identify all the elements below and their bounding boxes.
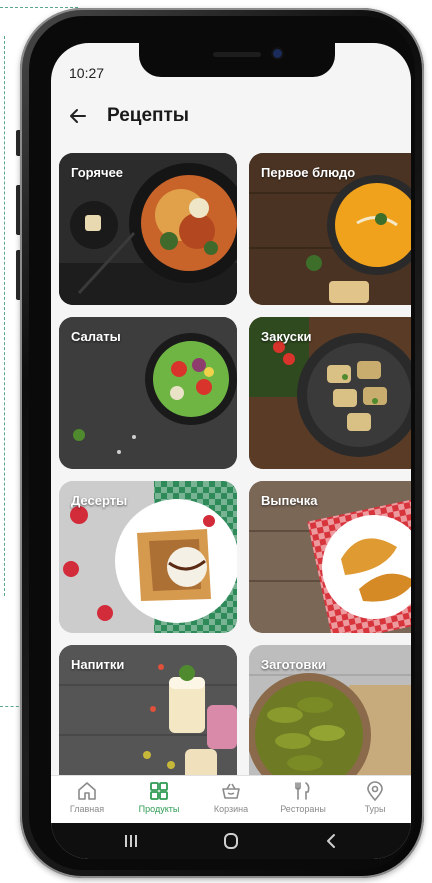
tab-label: Продукты: [138, 804, 180, 814]
tab-label: Главная: [69, 804, 105, 814]
tab-label: Рестораны: [280, 804, 326, 814]
phone-bezel: 10:27 Рецепты Горячее Первое блюдо Салат…: [29, 16, 415, 870]
phone-screen: 10:27 Рецепты Горячее Первое блюдо Салат…: [51, 43, 411, 859]
tab-products[interactable]: Продукты: [123, 780, 195, 824]
category-label: Десерты: [71, 493, 128, 508]
category-card-bakery[interactable]: Выпечка: [249, 481, 411, 633]
category-card-salads[interactable]: Салаты: [59, 317, 237, 469]
phone-frame: 10:27 Рецепты Горячее Первое блюдо Салат…: [20, 8, 424, 878]
system-nav-bar: [51, 823, 411, 859]
status-time: 10:27: [69, 65, 105, 81]
tab-home[interactable]: Главная: [51, 780, 123, 824]
category-label: Закуски: [261, 329, 312, 344]
grid-icon: [150, 782, 168, 800]
tab-label: Корзина: [213, 804, 249, 814]
category-label: Горячее: [71, 165, 124, 180]
recent-apps-icon[interactable]: [119, 829, 143, 853]
category-card-snacks[interactable]: Закуски: [249, 317, 411, 469]
tab-restaurants[interactable]: Рестораны: [267, 780, 339, 824]
home-icon: [78, 782, 96, 800]
guide-line-left: [4, 36, 5, 596]
top-app-bar: Рецепты: [51, 95, 411, 145]
category-label: Первое блюдо: [261, 165, 356, 180]
notch: [139, 43, 335, 77]
page-title: Рецепты: [107, 105, 190, 126]
location-pin-icon: [367, 781, 383, 802]
home-circle-icon[interactable]: [219, 829, 243, 853]
category-label: Салаты: [71, 329, 121, 344]
guide-line-top: [0, 7, 78, 8]
category-label: Напитки: [71, 657, 125, 672]
cutlery-icon: [295, 782, 310, 800]
earpiece-speaker: [213, 52, 261, 57]
category-card-first-course[interactable]: Первое блюдо: [249, 153, 411, 305]
back-chevron-icon[interactable]: [319, 829, 343, 853]
tab-label: Туры: [364, 804, 386, 814]
category-label: Выпечка: [261, 493, 318, 508]
front-camera: [273, 49, 282, 58]
basket-icon: [222, 783, 240, 799]
category-card-hot[interactable]: Горячее: [59, 153, 237, 305]
back-arrow-icon[interactable]: [65, 103, 91, 129]
tab-basket[interactable]: Корзина: [195, 780, 267, 824]
tab-tours[interactable]: Туры: [339, 780, 411, 824]
category-card-desserts[interactable]: Десерты: [59, 481, 237, 633]
bottom-tab-bar: Главная Продукты Корзина Рестораны Туры: [51, 775, 411, 824]
category-label: Заготовки: [261, 657, 326, 672]
